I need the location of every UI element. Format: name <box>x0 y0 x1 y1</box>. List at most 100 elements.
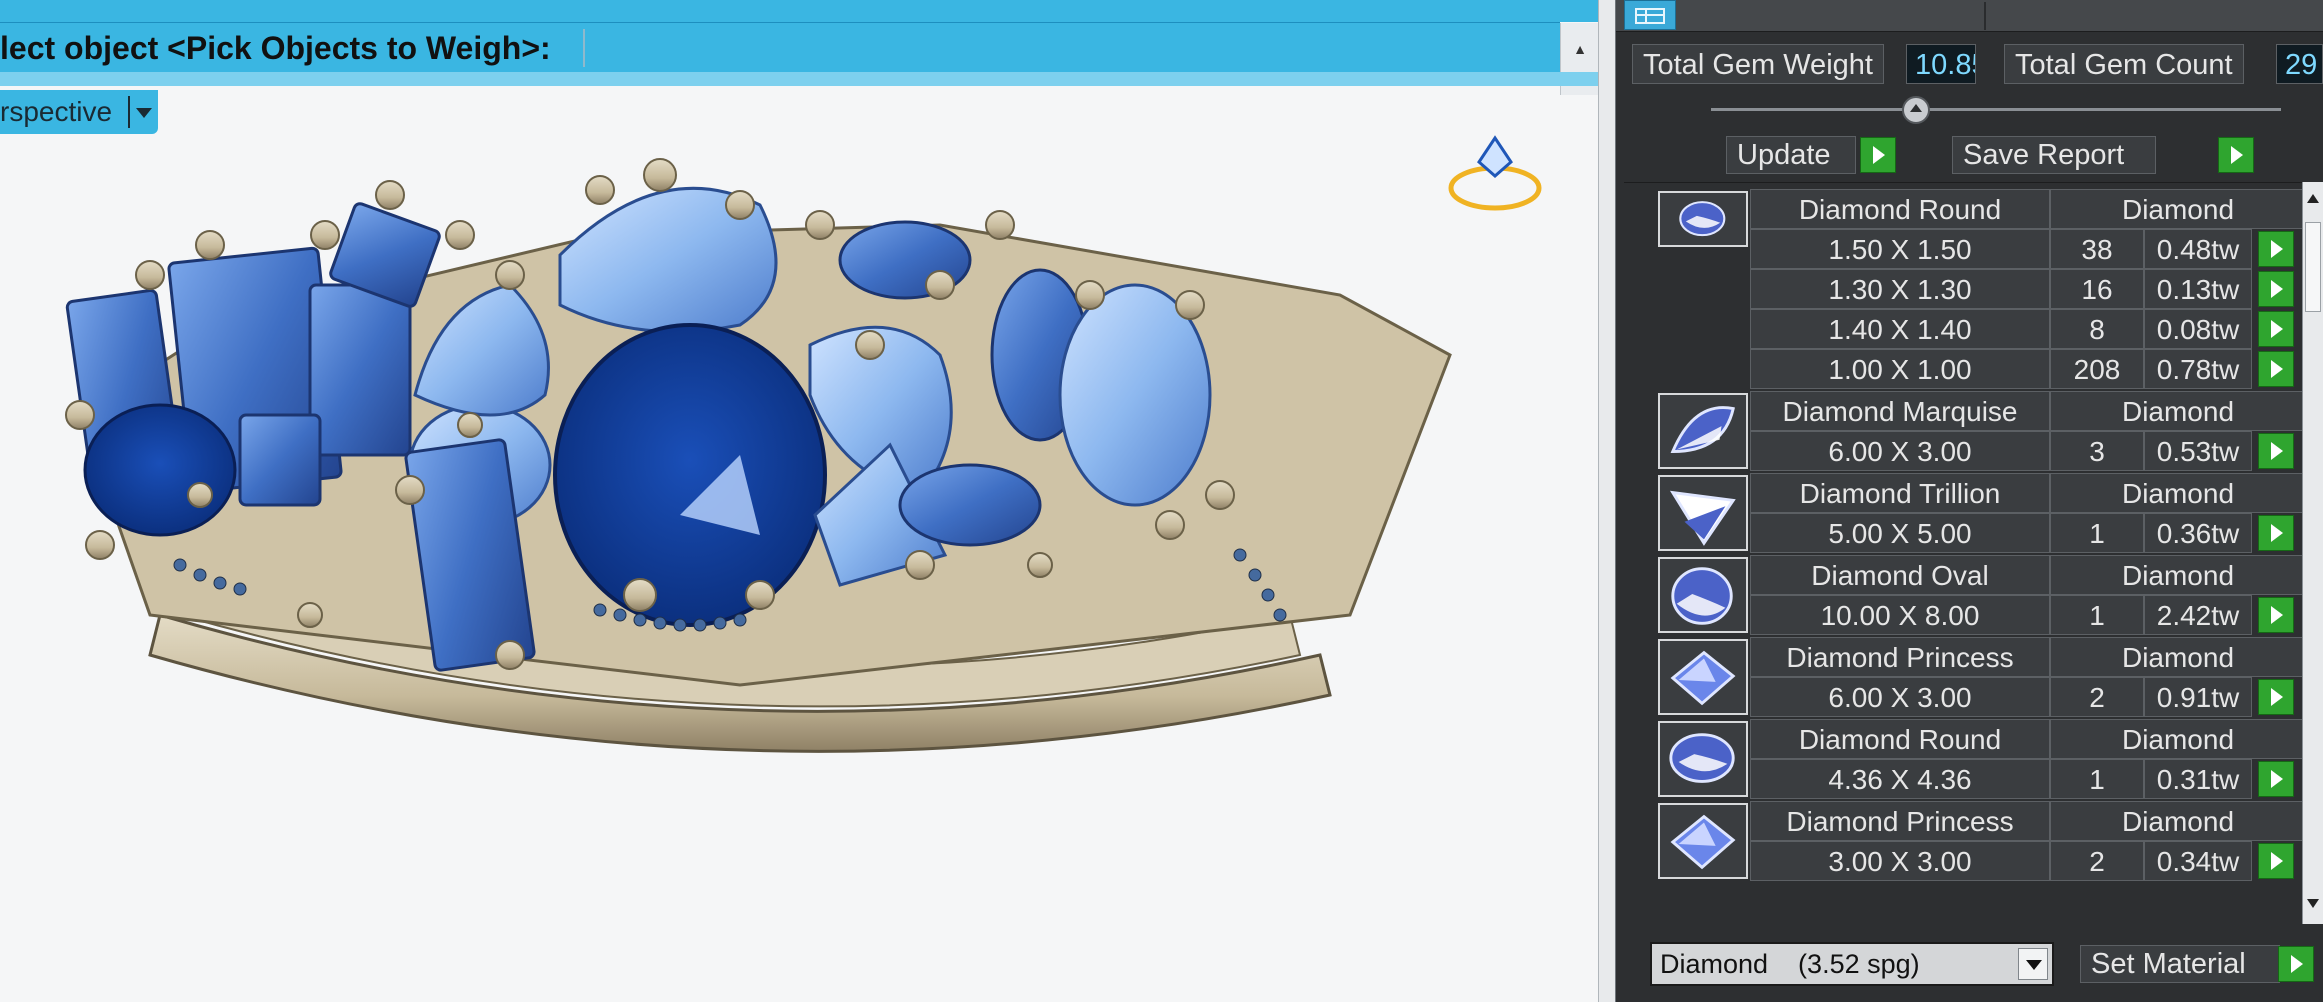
scale-slider-thumb[interactable] <box>1902 96 1930 124</box>
command-input[interactable] <box>583 29 1558 67</box>
gem-list-scrollbar[interactable] <box>2302 182 2323 924</box>
gem-group-header: Diamond Oval Diamond <box>1750 555 2302 595</box>
gem-weight: 2.42tw <box>2144 595 2252 635</box>
gem-size: 4.36 X 4.36 <box>1750 759 2050 799</box>
panel-splitter[interactable] <box>1598 0 1616 1002</box>
gem-count: 3 <box>2050 431 2144 471</box>
command-bar-top-strip <box>0 0 1598 22</box>
gem-material: Diamond <box>2050 719 2302 759</box>
gem-count: 208 <box>2050 349 2144 389</box>
panel-tab-bar <box>1616 0 2323 32</box>
gem-group-header: Diamond Marquise Diamond <box>1750 391 2302 431</box>
gem-size: 3.00 X 3.00 <box>1750 841 2050 881</box>
scroll-down-icon[interactable] <box>2307 899 2319 908</box>
gem-material: Diamond <box>2050 555 2302 595</box>
gem-report-tab-icon[interactable] <box>1624 0 1676 30</box>
select-gems-go-icon[interactable] <box>2258 843 2294 879</box>
gem-weight: 0.48tw <box>2144 229 2252 269</box>
gem-size-row[interactable]: 6.00 X 3.00 2 0.91tw <box>1750 677 2294 717</box>
command-bar-bottom-strip <box>0 72 1598 86</box>
gem-group-header: Diamond Princess Diamond <box>1750 637 2302 677</box>
save-report-button[interactable]: Save Report <box>1952 136 2156 174</box>
gem-group: Diamond Princess Diamond 3.00 X 3.00 2 0.34t… <box>1624 801 2302 881</box>
gem-weight: 0.78tw <box>2144 349 2252 389</box>
gem-weight: 0.34tw <box>2144 841 2252 881</box>
total-gem-weight-value: 10.85 <box>1906 44 1976 84</box>
gem-size: 1.50 X 1.50 <box>1750 229 2050 269</box>
save-report-go-icon[interactable] <box>2218 137 2254 173</box>
scroll-up-icon[interactable] <box>2307 194 2319 203</box>
update-button[interactable]: Update <box>1726 136 1856 174</box>
gem-size-row[interactable]: 3.00 X 3.00 2 0.34tw <box>1750 841 2294 881</box>
set-material-button[interactable]: Set Material <box>2080 945 2280 983</box>
total-gem-weight-label: Total Gem Weight <box>1632 44 1884 84</box>
gem-size-row[interactable]: 1.00 X 1.00 208 0.78tw <box>1750 349 2294 389</box>
gem-name: Diamond Marquise <box>1750 391 2050 431</box>
gem-size-row[interactable]: 6.00 X 3.00 3 0.53tw <box>1750 431 2294 471</box>
update-go-icon[interactable] <box>1860 137 1896 173</box>
gem-count: 8 <box>2050 309 2144 349</box>
select-gems-go-icon[interactable] <box>2258 597 2294 633</box>
tab-separator <box>1984 2 1986 30</box>
select-gems-go-icon[interactable] <box>2258 515 2294 551</box>
gem-name: Diamond Round <box>1750 719 2050 759</box>
gem-size-row[interactable]: 4.36 X 4.36 1 0.31tw <box>1750 759 2294 799</box>
select-gems-go-icon[interactable] <box>2258 351 2294 387</box>
gem-name: Diamond Princess <box>1750 801 2050 841</box>
gem-count: 2 <box>2050 677 2144 717</box>
gem-size-row[interactable]: 1.30 X 1.30 16 0.13tw <box>1750 269 2294 309</box>
viewport-area[interactable]: lect object <Pick Objects to Weigh>: ▲ ▼… <box>0 0 1598 1002</box>
select-gems-go-icon[interactable] <box>2258 761 2294 797</box>
gem-name: Diamond Oval <box>1750 555 2050 595</box>
ring-3d-model[interactable] <box>40 95 1540 755</box>
princess-cut-icon <box>1658 803 1748 879</box>
gem-weight: 0.08tw <box>2144 309 2252 349</box>
select-gems-go-icon[interactable] <box>2258 271 2294 307</box>
gem-material: Diamond <box>2050 391 2302 431</box>
gem-count: 16 <box>2050 269 2144 309</box>
scale-slider-track[interactable] <box>1711 108 2281 111</box>
gem-list[interactable]: Diamond Round Diamond 1.50 X 1.50 38 0.48tw 1… <box>1624 182 2302 924</box>
gem-weight: 0.91tw <box>2144 677 2252 717</box>
material-dropdown[interactable]: Diamond (3.52 spg) <box>1650 942 2054 986</box>
scroll-up-icon[interactable]: ▲ <box>1570 41 1590 57</box>
select-gems-go-icon[interactable] <box>2258 433 2294 469</box>
gem-weight: 0.31tw <box>2144 759 2252 799</box>
gem-weight: 0.36tw <box>2144 513 2252 553</box>
gem-count: 38 <box>2050 229 2144 269</box>
gem-count: 2 <box>2050 841 2144 881</box>
command-prompt: lect object <Pick Objects to Weigh>: <box>0 30 551 66</box>
gem-weight: 0.53tw <box>2144 431 2252 471</box>
trillion-cut-icon <box>1658 475 1748 551</box>
gem-group: Diamond Marquise Diamond 6.00 X 3.00 3 0.53t… <box>1624 391 2302 471</box>
scroll-thumb[interactable] <box>2305 222 2321 312</box>
select-gems-go-icon[interactable] <box>2258 231 2294 267</box>
gem-weight-panel: Total Gem Weight 10.85 Total Gem Count 2… <box>1616 0 2323 1002</box>
marquise-cut-icon <box>1658 393 1748 469</box>
gem-name: Diamond Round <box>1750 189 2050 229</box>
gem-count: 1 <box>2050 595 2144 635</box>
gem-size-row[interactable]: 5.00 X 5.00 1 0.36tw <box>1750 513 2294 553</box>
gem-group-header: Diamond Round Diamond <box>1750 719 2302 759</box>
gem-size: 5.00 X 5.00 <box>1750 513 2050 553</box>
gem-size-row[interactable]: 1.40 X 1.40 8 0.08tw <box>1750 309 2294 349</box>
chevron-down-icon[interactable] <box>2018 948 2048 980</box>
gem-size-row[interactable]: 10.00 X 8.00 1 2.42tw <box>1750 595 2294 635</box>
oval-cut-icon <box>1658 557 1748 633</box>
gem-material: Diamond <box>2050 801 2302 841</box>
gem-group-header: Diamond Princess Diamond <box>1750 801 2302 841</box>
view-orientation-ring-icon[interactable] <box>1445 130 1545 220</box>
select-gems-go-icon[interactable] <box>2258 311 2294 347</box>
gem-size: 1.00 X 1.00 <box>1750 349 2050 389</box>
select-gems-go-icon[interactable] <box>2258 679 2294 715</box>
gem-size: 6.00 X 3.00 <box>1750 431 2050 471</box>
gem-group: Diamond Princess Diamond 6.00 X 3.00 2 0.91t… <box>1624 637 2302 717</box>
gem-size: 1.30 X 1.30 <box>1750 269 2050 309</box>
gem-count: 1 <box>2050 513 2144 553</box>
gem-material: Diamond <box>2050 189 2302 229</box>
set-material-go-icon[interactable] <box>2278 946 2314 982</box>
gem-size-row[interactable]: 1.50 X 1.50 38 0.48tw <box>1750 229 2294 269</box>
gem-group: Diamond Round Diamond 1.50 X 1.50 38 0.48tw 1… <box>1624 189 2302 389</box>
command-bar: lect object <Pick Objects to Weigh>: ▲ ▼ <box>0 22 1598 95</box>
gem-material: Diamond <box>2050 473 2302 513</box>
